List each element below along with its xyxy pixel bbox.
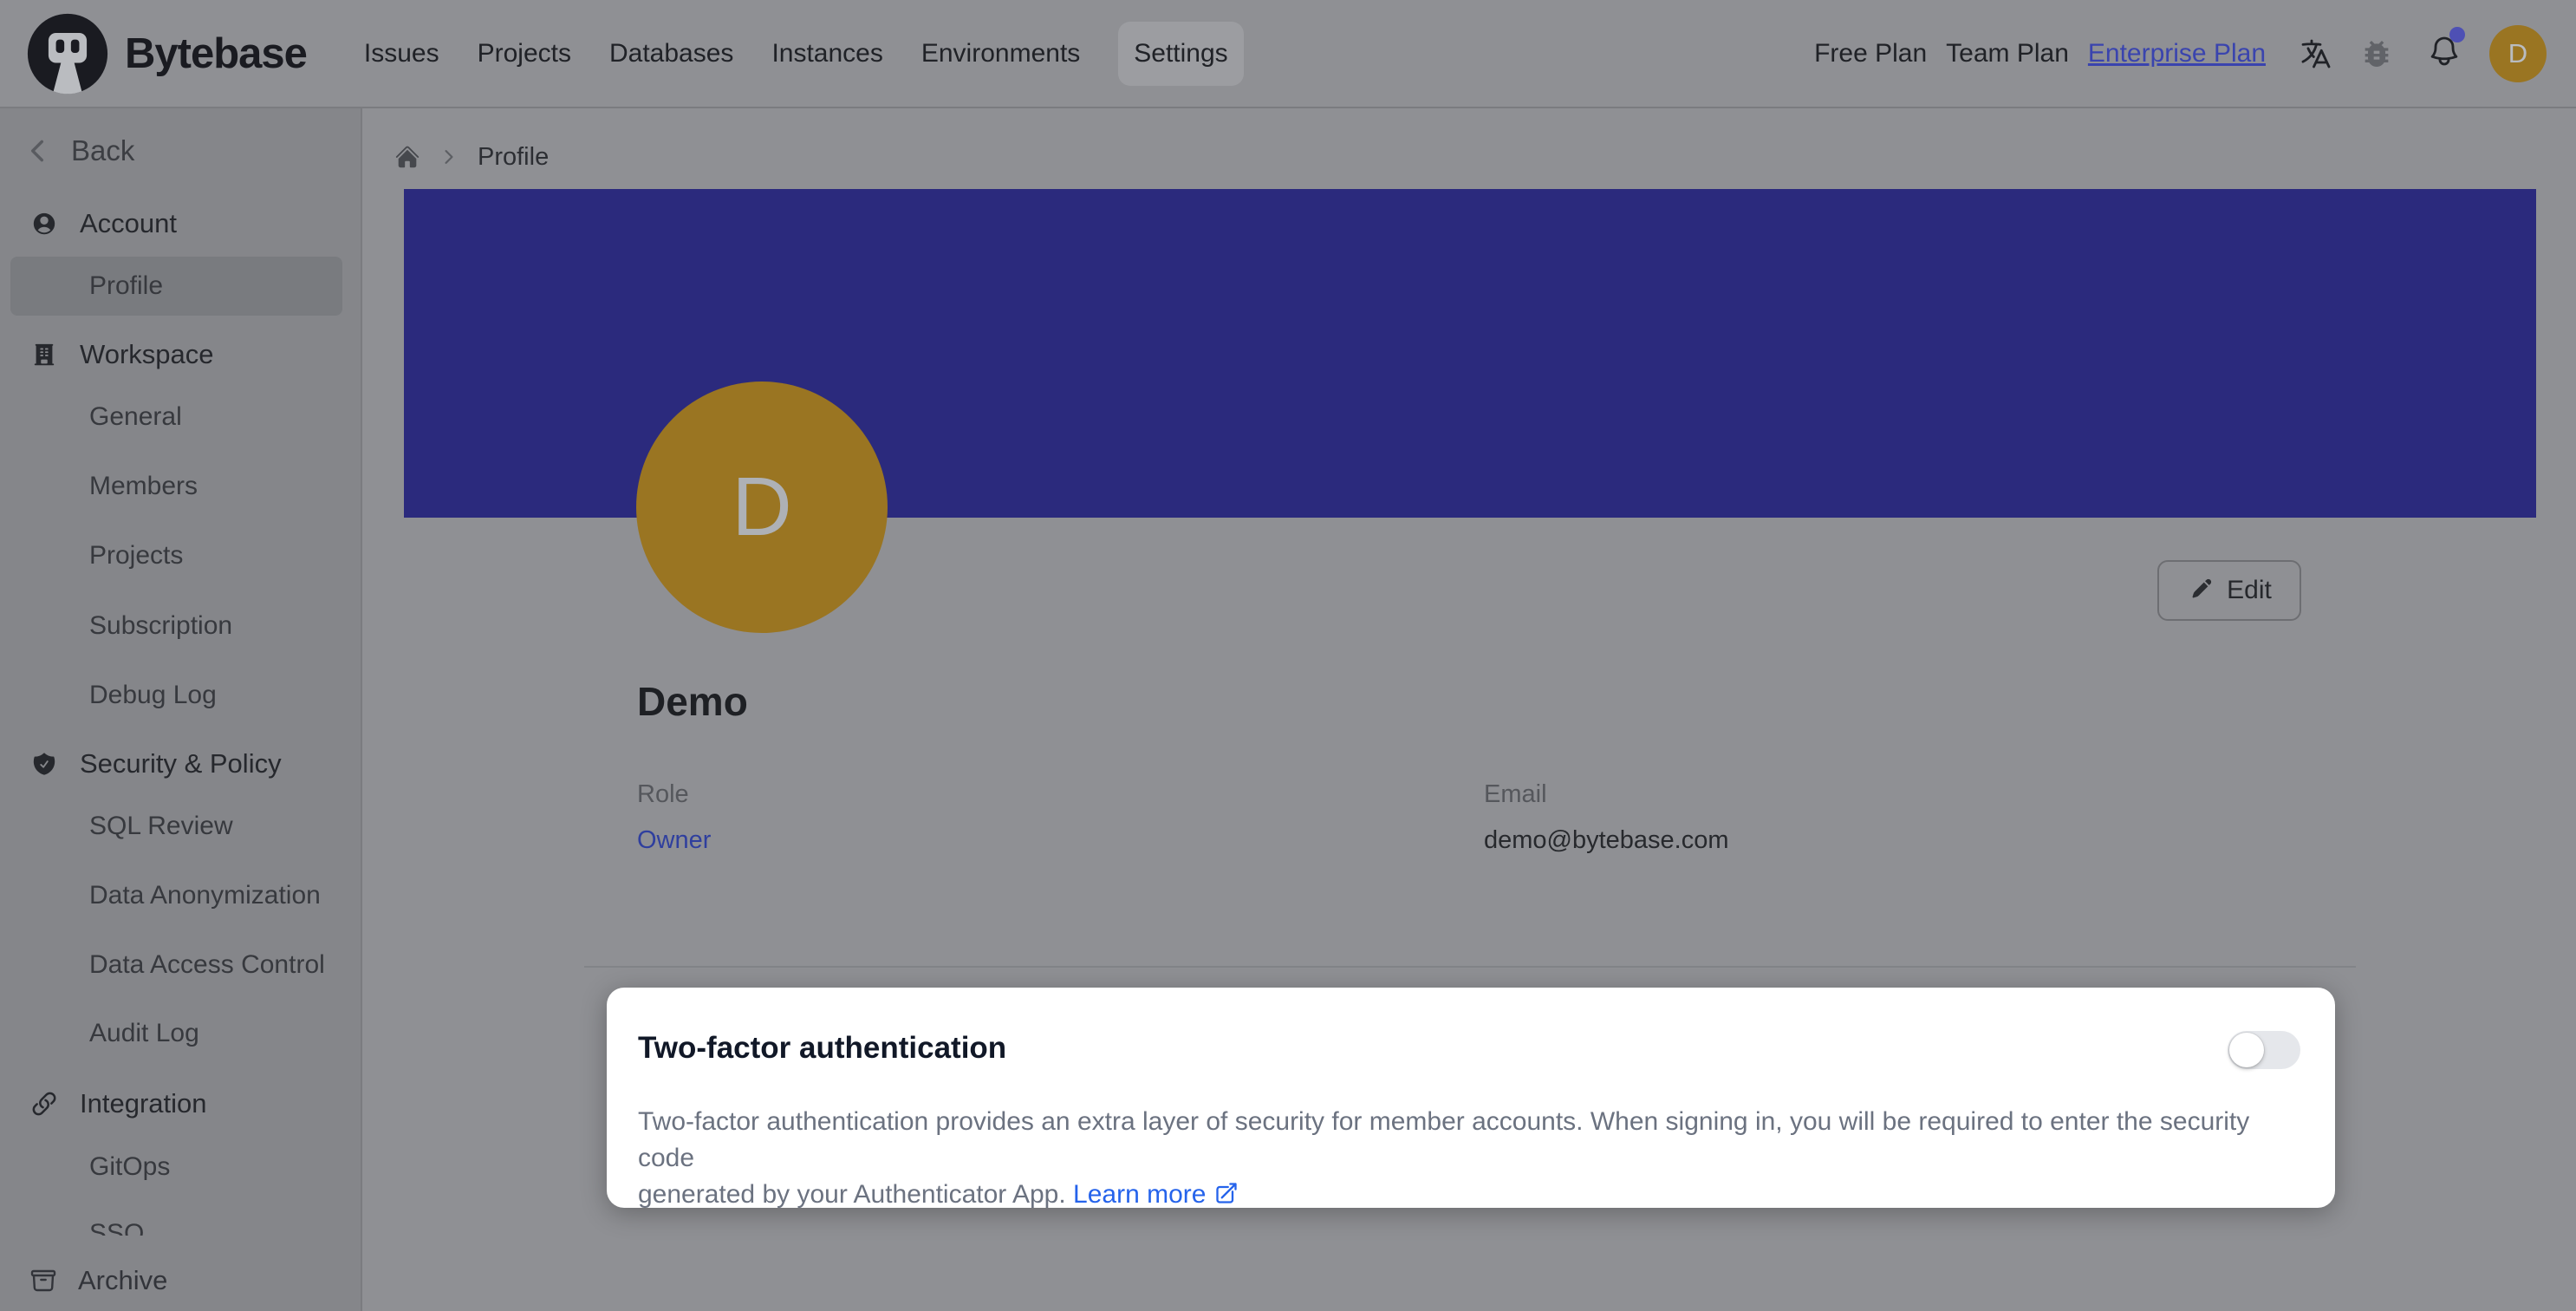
profile-name: Demo	[637, 678, 748, 725]
building-icon	[31, 342, 57, 368]
user-avatar-menu[interactable]: D	[2489, 25, 2547, 82]
sidebar-item-profile[interactable]: Profile	[10, 257, 342, 316]
sidebar-item-data-access-control[interactable]: Data Access Control	[0, 936, 361, 995]
sidebar-section-label: Integration	[80, 1088, 207, 1119]
logo-wordmark: Bytebase	[125, 29, 307, 78]
sidebar-item-label: GitOps	[89, 1152, 170, 1182]
sidebar-section-integration: Integration	[0, 1074, 361, 1133]
nav-tab-projects[interactable]: Projects	[478, 39, 571, 68]
two-factor-title: Two-factor authentication	[638, 1031, 1006, 1066]
language-icon[interactable]	[2299, 36, 2333, 71]
sidebar-nav: Account Profile Workspace General Member…	[0, 108, 361, 1236]
notification-badge-dot	[2449, 27, 2465, 42]
profile-field-role: Role Owner	[637, 780, 711, 855]
two-factor-toggle[interactable]	[2228, 1031, 2300, 1069]
sidebar-item-label: Profile	[89, 271, 163, 301]
nav-tab-settings[interactable]: Settings	[1118, 22, 1243, 86]
two-factor-authentication-card: Two-factor authentication Two-factor aut…	[607, 988, 2335, 1208]
sidebar-item-sql-review[interactable]: SQL Review	[0, 797, 361, 856]
nav-tab-instances[interactable]: Instances	[771, 39, 882, 68]
profile-avatar-letter: D	[732, 460, 791, 555]
sidebar-section-workspace: Workspace	[0, 325, 361, 384]
user-circle-icon	[31, 211, 57, 237]
sidebar-item-label: General	[89, 402, 182, 432]
link-icon	[31, 1091, 57, 1117]
sidebar-item-label: Data Anonymization	[89, 881, 321, 910]
role-owner-link[interactable]: Owner	[637, 826, 711, 855]
sidebar-item-members[interactable]: Members	[0, 457, 361, 516]
sidebar-item-label: SSO	[89, 1219, 144, 1236]
home-icon[interactable]	[394, 144, 420, 170]
sidebar-item-gitops[interactable]: GitOps	[0, 1138, 361, 1197]
sidebar-item-label: Subscription	[89, 611, 232, 641]
sidebar-item-archive[interactable]: Archive	[0, 1250, 361, 1311]
enterprise-plan-link[interactable]: Enterprise Plan	[2088, 39, 2266, 68]
sidebar-item-label: Members	[89, 472, 198, 501]
nav-tab-issues[interactable]: Issues	[364, 39, 439, 68]
nav-tab-databases[interactable]: Databases	[609, 39, 733, 68]
sidebar-item-sso[interactable]: SSO	[0, 1204, 361, 1236]
main-content: Profile D Edit Demo Role Owner Email dem…	[362, 108, 2576, 1311]
sidebar-item-subscription[interactable]: Subscription	[0, 597, 361, 656]
sidebar-section-account: Account	[0, 194, 361, 253]
edit-button-label: Edit	[2227, 576, 2272, 605]
sidebar-item-debug-log[interactable]: Debug Log	[0, 666, 361, 725]
toggle-knob	[2229, 1033, 2264, 1067]
free-plan-label: Free Plan	[1814, 39, 1927, 68]
pencil-icon	[2187, 577, 2213, 603]
top-nav: Bytebase Issues Projects Databases Insta…	[0, 0, 2576, 108]
sidebar-section-label: Security & Policy	[80, 748, 282, 779]
bytebase-logo[interactable]: Bytebase	[26, 12, 307, 95]
archive-icon	[29, 1267, 57, 1295]
nav-right-cluster: Free Plan Team Plan Enterprise Plan D	[1814, 25, 2547, 82]
learn-more-link[interactable]: Learn more	[1073, 1180, 1206, 1209]
chevron-right-icon	[439, 147, 459, 166]
sidebar-item-label: Projects	[89, 541, 183, 571]
field-label: Role	[637, 780, 711, 809]
archive-label: Archive	[78, 1265, 167, 1296]
field-label: Email	[1484, 780, 1729, 809]
nav-tabs: Issues Projects Databases Instances Envi…	[364, 22, 1244, 86]
bytebase-logo-icon	[26, 12, 109, 95]
sidebar-section-label: Workspace	[80, 339, 214, 370]
description-line-2: generated by your Authenticator App.	[638, 1180, 1066, 1209]
sidebar-item-projects[interactable]: Projects	[0, 526, 361, 585]
two-factor-description: Two-factor authentication provides an ex…	[638, 1104, 2304, 1213]
nav-tab-environments[interactable]: Environments	[921, 39, 1080, 68]
team-plan-label: Team Plan	[1946, 39, 2069, 68]
sidebar-item-label: Debug Log	[89, 681, 217, 710]
sidebar-section-label: Account	[80, 208, 177, 239]
bytebase-settings-screen: Bytebase Issues Projects Databases Insta…	[0, 0, 2576, 1311]
notifications-button[interactable]	[2420, 34, 2462, 73]
email-value: demo@bytebase.com	[1484, 826, 1729, 855]
breadcrumb: Profile	[394, 133, 549, 181]
sidebar-item-data-anonymization[interactable]: Data Anonymization	[0, 866, 361, 925]
bug-icon[interactable]	[2359, 36, 2394, 71]
description-line-1: Two-factor authentication provides an ex…	[638, 1107, 2249, 1172]
breadcrumb-current-page: Profile	[478, 143, 549, 172]
profile-avatar: D	[636, 382, 888, 633]
sidebar-section-security-policy: Security & Policy	[0, 734, 361, 793]
shield-check-icon	[31, 751, 57, 777]
sidebar-item-general[interactable]: General	[0, 388, 361, 447]
sidebar-item-label: Data Access Control	[89, 950, 325, 980]
settings-sidebar: Back Account Profile Workspace General M…	[0, 108, 362, 1311]
profile-field-email: Email demo@bytebase.com	[1484, 780, 1729, 855]
sidebar-item-label: SQL Review	[89, 812, 233, 841]
section-divider	[584, 966, 2356, 968]
sidebar-item-label: Audit Log	[89, 1019, 199, 1048]
sidebar-item-audit-log[interactable]: Audit Log	[0, 1004, 361, 1063]
edit-profile-button[interactable]: Edit	[2157, 560, 2301, 621]
external-link-icon[interactable]	[1214, 1181, 1239, 1205]
